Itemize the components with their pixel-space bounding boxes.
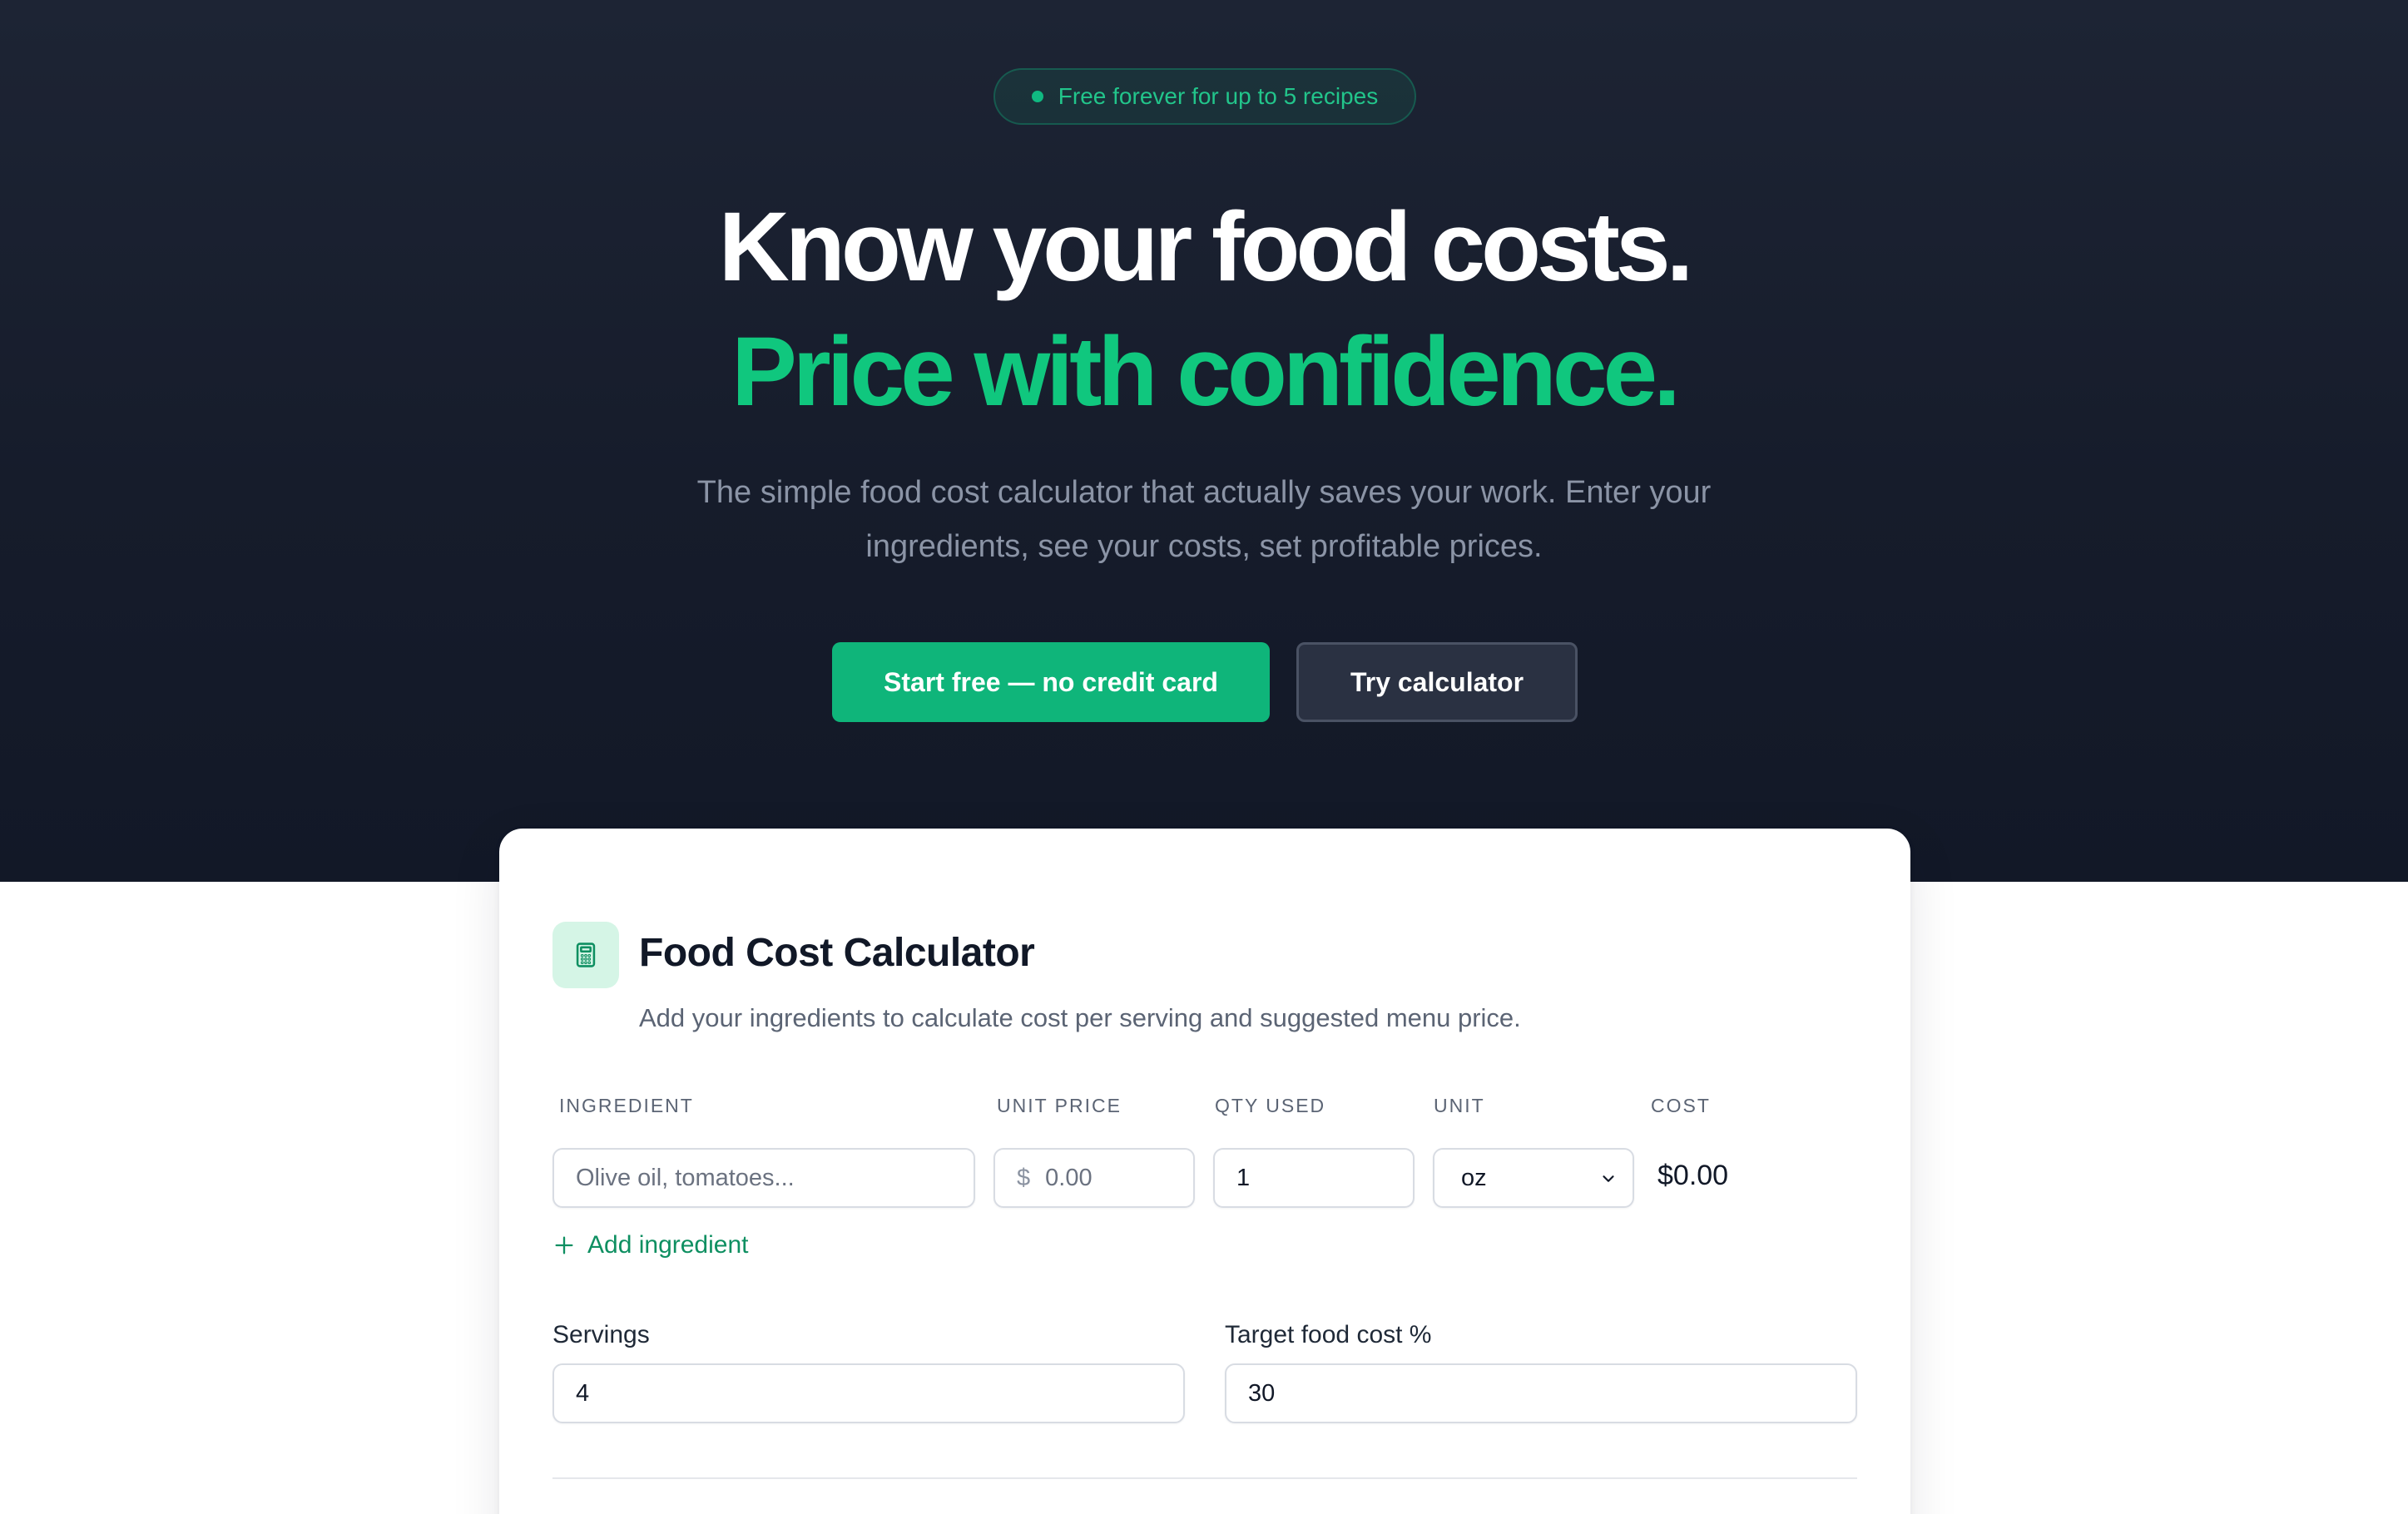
unit-price-placeholder: 0.00 xyxy=(1045,1164,1093,1191)
hero-title: Know your food costs. xyxy=(718,192,1694,302)
plus-icon xyxy=(555,1236,573,1254)
unit-select-value: oz xyxy=(1461,1164,1487,1191)
calculator-title: Food Cost Calculator xyxy=(639,931,1035,975)
chevron-down-icon xyxy=(1603,1175,1614,1182)
add-ingredient-label: Add ingredient xyxy=(587,1231,749,1259)
ingredient-placeholder: Olive oil, tomatoes... xyxy=(576,1164,795,1191)
hero-subtitle: The simple food cost calculator that act… xyxy=(696,475,1712,564)
dollar-prefix: $ xyxy=(1017,1164,1031,1191)
qty-used-value: 1 xyxy=(1236,1164,1251,1191)
qty-used-input[interactable]: 1 xyxy=(1213,1148,1415,1208)
hero-title-accent: Price with confidence. xyxy=(731,317,1681,427)
calculator-card: Food Cost Calculator Add your ingredient… xyxy=(499,829,1910,1514)
servings-value: 4 xyxy=(576,1379,590,1407)
row-cost-value: $0.00 xyxy=(1657,1160,1729,1191)
target-food-cost-value: 30 xyxy=(1248,1379,1276,1407)
column-header-cost: COST xyxy=(1651,1095,1711,1116)
column-header-unit: UNIT xyxy=(1434,1095,1485,1116)
ingredient-input[interactable]: Olive oil, tomatoes... xyxy=(552,1148,975,1208)
servings-input[interactable]: 4 xyxy=(552,1363,1185,1423)
calculator-description: Add your ingredients to calculate cost p… xyxy=(639,1003,1521,1032)
column-header-qty-used: QTY USED xyxy=(1215,1095,1326,1116)
start-free-button[interactable]: Start free — no credit card xyxy=(832,642,1270,722)
add-ingredient-button[interactable]: Add ingredient xyxy=(552,1231,748,1259)
hero-section: Free forever for up to 5 recipes Know yo… xyxy=(0,0,2408,882)
unit-price-input[interactable]: $ 0.00 xyxy=(993,1148,1195,1208)
target-food-cost-input[interactable]: 30 xyxy=(1225,1363,1857,1423)
column-header-ingredient: INGREDIENT xyxy=(559,1095,694,1116)
unit-select[interactable]: oz xyxy=(1433,1148,1634,1208)
column-header-unit-price: UNIT PRICE xyxy=(997,1095,1122,1116)
section-divider xyxy=(552,1477,1857,1479)
try-calculator-button[interactable]: Try calculator xyxy=(1296,642,1578,722)
calculator-icon xyxy=(552,922,619,988)
badge-label: Free forever for up to 5 recipes xyxy=(1058,83,1379,109)
free-badge: Free forever for up to 5 recipes xyxy=(993,68,1416,125)
servings-label: Servings xyxy=(552,1321,650,1348)
target-food-cost-label: Target food cost % xyxy=(1225,1321,1432,1348)
status-dot-icon xyxy=(1031,91,1043,102)
